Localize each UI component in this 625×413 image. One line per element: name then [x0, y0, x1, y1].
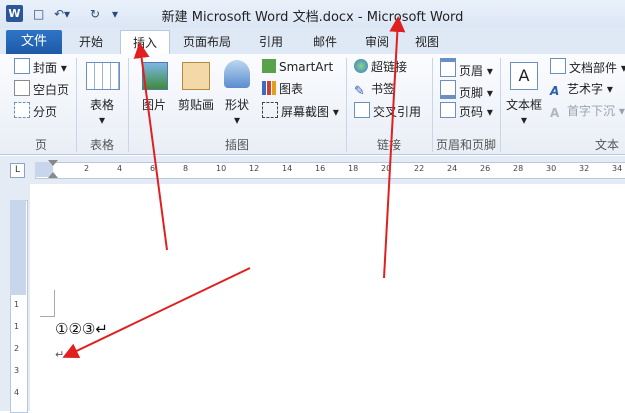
arrow-to-title: [383, 16, 406, 279]
arrow-to-paragraph: [62, 267, 251, 359]
arrow-to-insert-tab: [133, 42, 168, 251]
annotation-arrows: [62, 16, 406, 359]
